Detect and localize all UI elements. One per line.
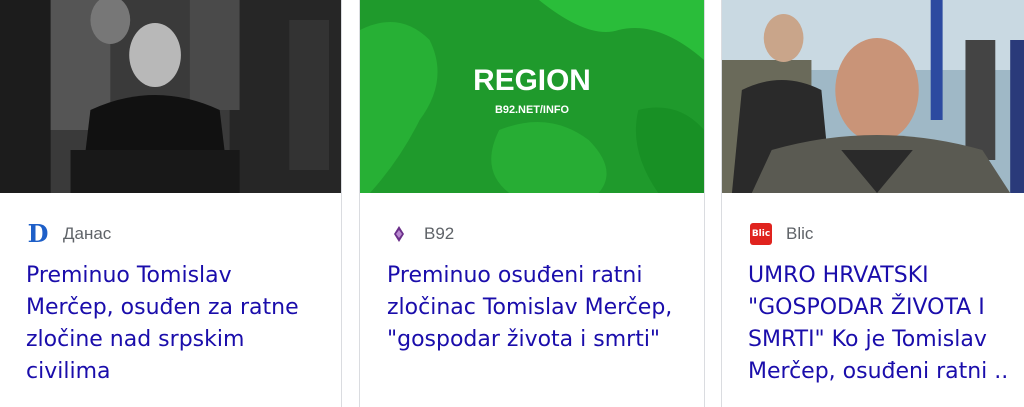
news-source: D Данас xyxy=(27,219,112,248)
news-card-danas[interactable]: D Данас Preminuo Tomislav Merčep, osuđen… xyxy=(0,0,342,407)
news-source: Blic Blic xyxy=(750,223,813,245)
news-card-b92[interactable]: REGION B92.NET/INFO B92 Preminuo osuđeni… xyxy=(359,0,705,407)
source-name: Данас xyxy=(63,224,112,243)
news-headline-link[interactable]: Preminuo osuđeni ratni zločinac Tomislav… xyxy=(387,260,687,356)
blic-logo-icon: Blic xyxy=(750,223,772,245)
source-name: B92 xyxy=(424,224,455,243)
news-card-blic[interactable]: Blic Blic UMRO HRVATSKI "GOSPODAR ŽIVOTA… xyxy=(721,0,1024,407)
news-headline-link[interactable]: Preminuo Tomislav Merčep, osuđen za ratn… xyxy=(26,260,326,388)
thumbnail-title: REGION xyxy=(473,64,591,97)
news-source: B92 xyxy=(388,223,454,245)
news-thumbnail[interactable] xyxy=(722,0,1024,193)
news-headline-link[interactable]: UMRO HRVATSKI "GOSPODAR ŽIVOTA I SMRTI" … xyxy=(748,260,1024,388)
b92-logo-icon xyxy=(388,223,410,245)
news-card-carousel: D Данас Preminuo Tomislav Merčep, osuđen… xyxy=(0,0,1024,407)
thumbnail-subtitle: B92.NET/INFO xyxy=(495,104,570,116)
source-name: Blic xyxy=(786,224,814,243)
news-thumbnail[interactable]: REGION B92.NET/INFO xyxy=(360,0,704,193)
danas-logo-icon: D xyxy=(27,219,49,248)
news-thumbnail[interactable] xyxy=(0,0,341,193)
